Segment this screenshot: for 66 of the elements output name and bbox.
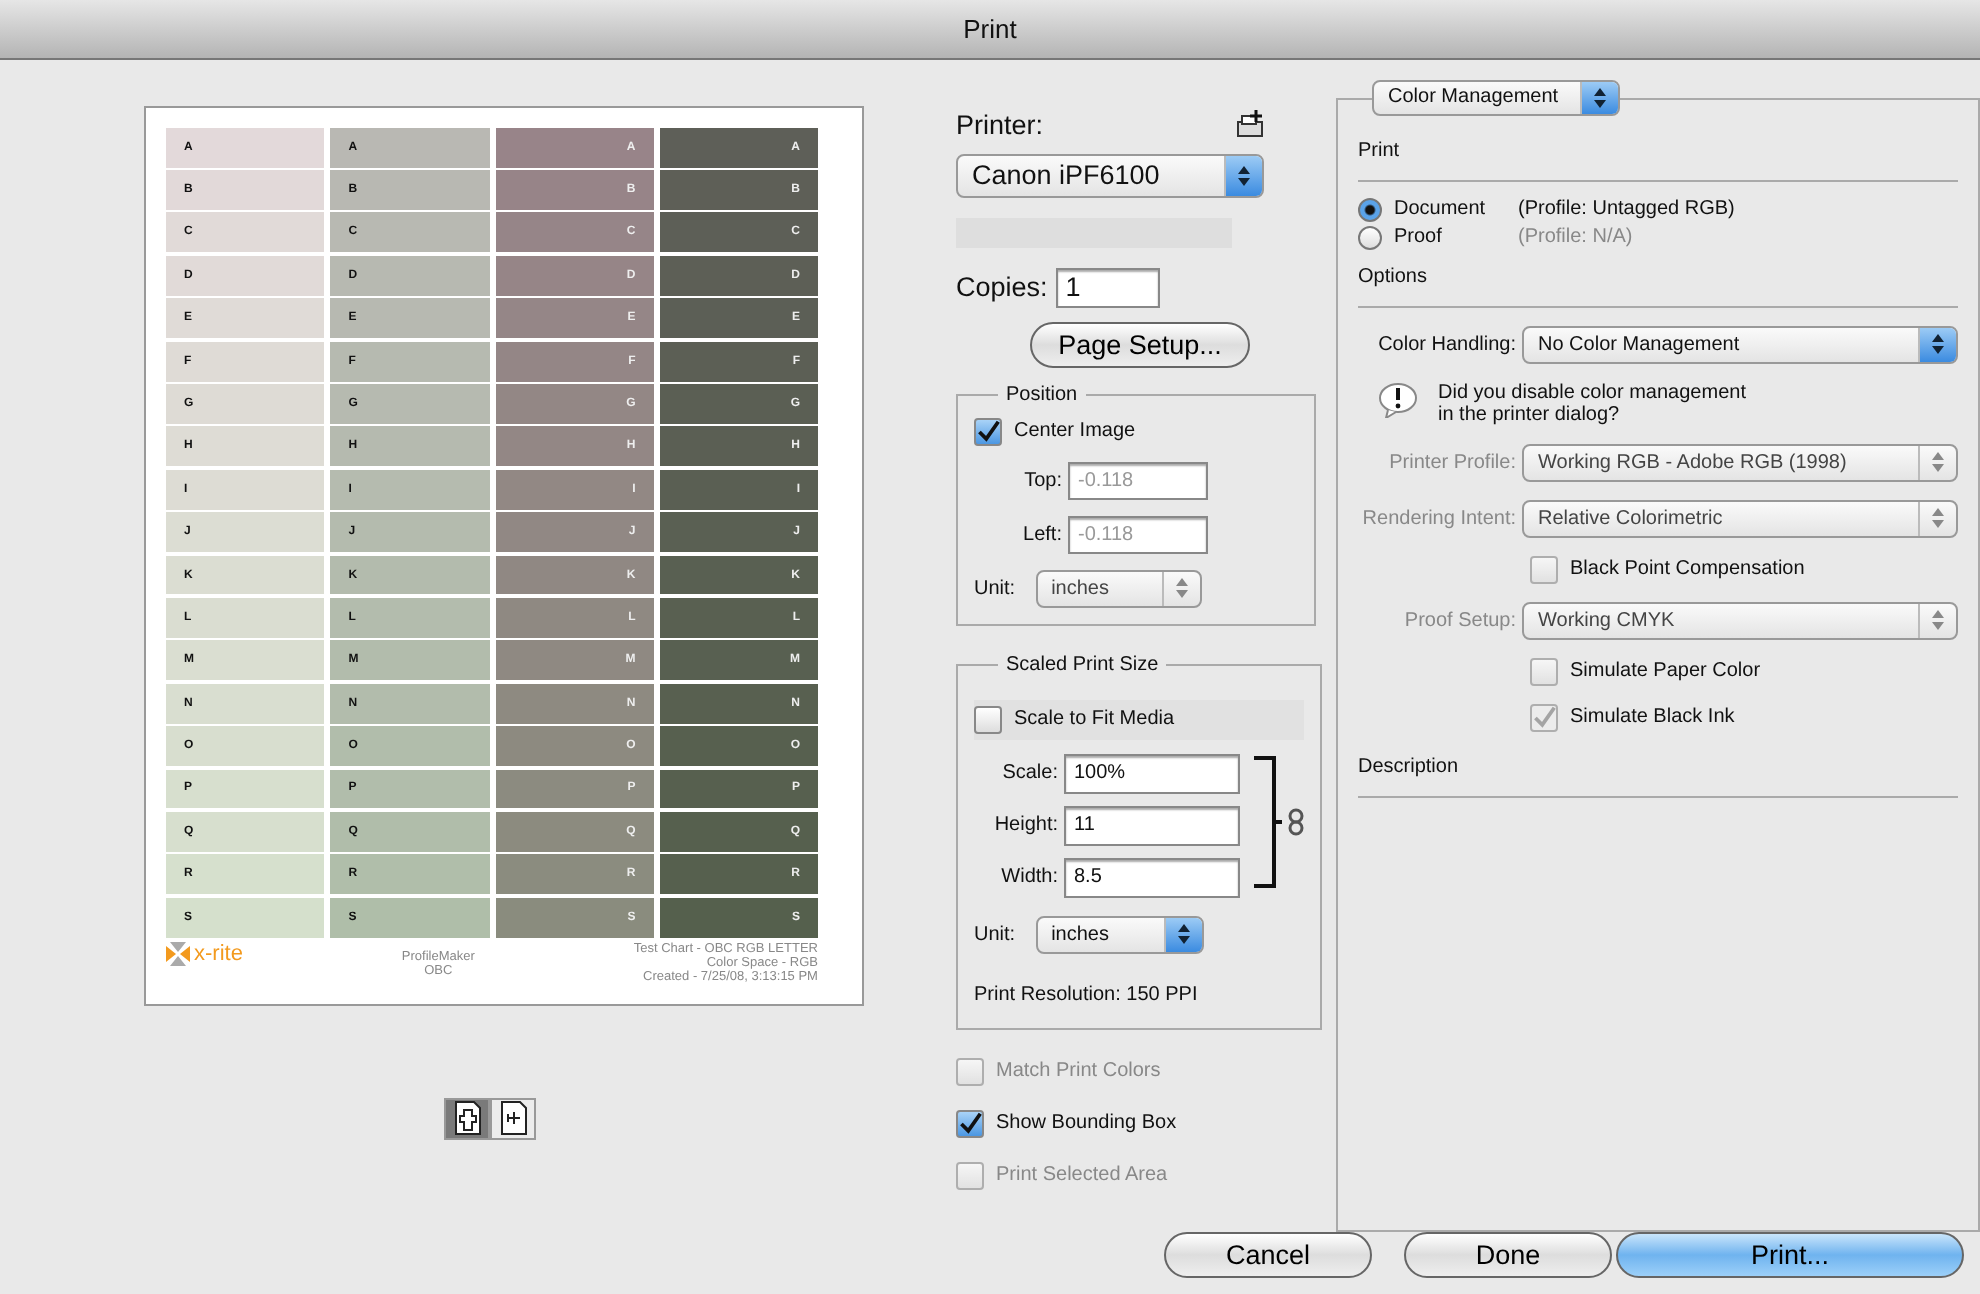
copies-label: Copies: — [956, 272, 1048, 303]
warning-icon — [1378, 381, 1418, 418]
chain-link-icon[interactable] — [1288, 807, 1304, 836]
radio-button[interactable] — [1358, 197, 1382, 222]
logo-text: x-rite — [194, 941, 243, 966]
checkbox-label: Simulate Paper Color — [1570, 660, 1761, 683]
checkbox-label: Center Image — [1014, 420, 1136, 443]
view-button[interactable] — [490, 1097, 536, 1140]
field-label: Printer Profile: — [1389, 451, 1516, 474]
checkbox-label: Show Bounding Box — [996, 1112, 1177, 1135]
field-label: Top: — [1022, 469, 1062, 492]
checkbox-label: Match Print Colors — [996, 1060, 1161, 1083]
section-heading: Options — [1358, 265, 1429, 288]
field-label: Height: — [992, 814, 1058, 837]
field-label: Scale: — [1000, 762, 1058, 785]
radio-button[interactable] — [1358, 225, 1382, 250]
field-label: Rendering Intent: — [1362, 507, 1516, 530]
input-field[interactable]: 8.5 — [1064, 857, 1240, 898]
section-heading: Print — [1358, 139, 1402, 162]
unit-label: Unit: — [974, 923, 1016, 946]
up-down-arrows-icon — [1236, 163, 1252, 188]
up-down-arrows-icon — [1175, 922, 1192, 947]
checkbox-label: Simulate Black Ink — [1570, 706, 1735, 729]
copies-field[interactable]: 1 — [1055, 267, 1160, 308]
warning-message: Did you disable color management in the printer dialog? — [1438, 381, 1746, 426]
unit-label: Unit: — [974, 577, 1016, 600]
profile-note: (Profile: Untagged RGB) — [1518, 198, 1735, 221]
dialog-button[interactable]: Print... — [1616, 1231, 1964, 1278]
view-button[interactable] — [444, 1097, 490, 1140]
up-down-arrows-icon — [1592, 85, 1608, 110]
input-field[interactable]: 11 — [1064, 805, 1240, 846]
input-field[interactable]: 100% — [1064, 753, 1240, 794]
section-select[interactable]: Color Management — [1372, 79, 1620, 116]
checkbox[interactable] — [974, 417, 1002, 446]
up-down-arrows-icon — [1930, 450, 1946, 475]
printer-icon[interactable] — [1236, 110, 1264, 139]
up-down-arrows-icon — [1930, 608, 1946, 633]
field-label: Left: — [1021, 523, 1062, 546]
up-down-arrows-icon — [1173, 576, 1190, 601]
group-title: Position — [1004, 383, 1080, 406]
field-label: Width: — [999, 866, 1058, 889]
section-heading: Description — [1358, 755, 1461, 778]
radio-label: Document — [1394, 198, 1488, 221]
logo-icon — [166, 941, 190, 966]
page-setup-button[interactable]: Page Setup... — [1030, 321, 1250, 368]
print-resolution: Print Resolution: 150 PPI — [974, 981, 1200, 1010]
up-down-arrows-icon — [1930, 332, 1946, 357]
checkbox-label: Scale to Fit Media — [1014, 708, 1175, 731]
proportion-bracket — [1254, 755, 1282, 888]
unit-select[interactable]: inches — [1035, 915, 1204, 954]
printer-label: Printer: — [956, 109, 1044, 140]
printer-select[interactable]: Canon iPF6100 — [956, 153, 1264, 198]
radio-label: Proof — [1394, 226, 1444, 249]
checkbox-label: Black Point Compensation — [1570, 558, 1805, 581]
field-label: Color Handling: — [1378, 333, 1516, 356]
window-title: Print — [963, 13, 1017, 44]
checkbox[interactable] — [974, 705, 1002, 734]
up-down-arrows-icon — [1930, 506, 1946, 531]
dialog-button[interactable]: Cancel — [1164, 1231, 1372, 1278]
profile-note: (Profile: N/A) — [1518, 226, 1633, 249]
group-title: Scaled Print Size — [1004, 653, 1161, 676]
checkbox-label: Print Selected Area — [996, 1164, 1168, 1187]
dropdown-select[interactable]: No Color Management — [1522, 325, 1958, 364]
dialog-button[interactable]: Done — [1404, 1231, 1612, 1278]
checkbox[interactable] — [956, 1109, 984, 1138]
field-label: Proof Setup: — [1404, 609, 1516, 632]
